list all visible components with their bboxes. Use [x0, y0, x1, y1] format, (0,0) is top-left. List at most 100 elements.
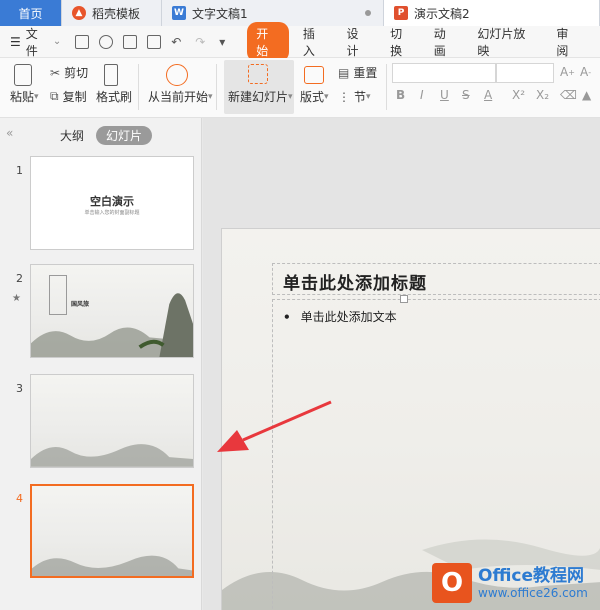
file-menu-label: 文件 [25, 26, 38, 58]
tab-bar: 首页 ▲ 稻壳模板 W 文字文稿1 P 演示文稿2 [0, 0, 600, 26]
thumb-subtitle: 单击输入您的封面副标题 [84, 210, 140, 216]
tab-slides[interactable]: 幻灯片 [96, 126, 153, 145]
reset-button[interactable]: ▤ 重置 [338, 64, 377, 81]
clear-format-icon[interactable]: ⌫ [560, 88, 577, 102]
print-icon[interactable] [123, 34, 138, 49]
tab-docer-label: 稻壳模板 [92, 6, 141, 21]
font-size-select[interactable] [496, 63, 554, 83]
font-color-button[interactable]: A [484, 88, 492, 102]
tab-word-label: 文字文稿1 [192, 6, 248, 21]
slide-thumbnail-4[interactable] [30, 484, 194, 578]
slide-number: 2 [16, 272, 23, 285]
paste-icon[interactable] [14, 64, 32, 86]
strikethrough-button[interactable]: S [462, 88, 470, 102]
redo-icon[interactable]: ↷ [195, 35, 209, 49]
shrink-font-icon[interactable]: A- [580, 65, 591, 79]
superscript-button[interactable]: X² [512, 88, 525, 102]
menu-transition[interactable]: 切换 [390, 25, 414, 59]
panel-view-tabs: 大纲 幻灯片 [60, 126, 153, 145]
docer-icon: ▲ [72, 6, 86, 20]
menu-insert[interactable]: 插入 [303, 25, 327, 59]
slide-thumbnail-1[interactable]: 空白演示 单击输入您的封面副标题 [30, 156, 194, 250]
tab-docer-templates[interactable]: ▲ 稻壳模板 [62, 0, 162, 26]
section-button[interactable]: ⋮ 节 ▾ [338, 88, 371, 105]
ribbon: 粘贴 ▾ ✂ 剪切 ⧉ 复制 格式刷 从当前开始 ▾ 新建幻灯片 ▾ 版式 ▾ ▤ 重置 ⋮ 节… [0, 58, 600, 118]
slide-thumbnail-2[interactable]: 国风旅 [30, 264, 194, 358]
chevron-down-icon: ▾ [366, 91, 371, 102]
tab-presentation[interactable]: P 演示文稿2 [384, 0, 600, 26]
menu-slideshow[interactable]: 幻灯片放映 [477, 25, 536, 59]
hamburger-icon: ☰ [10, 34, 21, 49]
chevron-down-icon: ▾ [208, 91, 213, 102]
chevron-down-icon: ⌄ [52, 36, 62, 47]
quick-access-toolbar: ↶ ↷ ▾ [75, 34, 233, 49]
word-doc-icon: W [172, 6, 186, 20]
save-icon[interactable] [75, 34, 90, 49]
mountain-art [31, 444, 193, 467]
thumb-title: 空白演示 [90, 195, 134, 208]
watermark-logo: O Office教程网 www.office26.com [432, 560, 600, 606]
new-slide-button[interactable]: 新建幻灯片 ▾ [228, 88, 293, 105]
file-menu[interactable]: ☰ 文件 ⌄ [10, 25, 61, 59]
office-logo-icon: O [432, 563, 472, 603]
export-icon[interactable] [99, 34, 114, 49]
new-slide-icon[interactable] [248, 64, 268, 84]
chevron-down-icon: ▾ [324, 91, 329, 102]
customize-icon[interactable]: ▾ [219, 35, 233, 49]
from-current-button[interactable]: 从当前开始 ▾ [148, 88, 213, 105]
slide-number: 1 [16, 164, 23, 177]
ribbon-divider [138, 64, 139, 110]
section-icon: ⋮ [338, 89, 350, 104]
font-name-select[interactable] [392, 63, 496, 83]
bold-button[interactable]: B [396, 88, 405, 102]
chevron-down-icon: ▾ [288, 91, 293, 102]
collapse-panel-button[interactable]: « [6, 126, 13, 140]
undo-icon[interactable]: ↶ [171, 35, 185, 49]
reset-icon: ▤ [338, 65, 350, 80]
format-painter-button[interactable]: 格式刷 [96, 88, 132, 105]
slide-thumbnail-3[interactable] [30, 374, 194, 468]
cut-button[interactable]: ✂ 剪切 [50, 64, 88, 81]
layout-icon[interactable] [304, 66, 324, 84]
copy-label: 复制 [62, 90, 87, 104]
slide-editor: 单击此处添加标题 • 单击此处添加文本 [203, 118, 600, 610]
slide-number: 3 [16, 382, 23, 395]
paste-label: 粘贴 [10, 90, 35, 104]
play-icon[interactable] [166, 64, 188, 86]
format-painter-label: 格式刷 [96, 90, 133, 104]
watermark-url: www.office26.com [478, 586, 588, 600]
unsaved-dot-icon [365, 10, 371, 16]
underline-button[interactable]: U [440, 88, 449, 102]
copy-button[interactable]: ⧉ 复制 [50, 88, 87, 105]
menu-design[interactable]: 设计 [347, 25, 371, 59]
menu-start[interactable]: 开始 [247, 21, 289, 62]
tab-home-label: 首页 [18, 6, 43, 21]
paste-button[interactable]: 粘贴 ▾ [10, 88, 39, 105]
italic-button[interactable]: I [420, 88, 424, 102]
menu-bar: ☰ 文件 ⌄ ↶ ↷ ▾ 开始 插入 设计 切换 动画 幻灯片放映 审阅 [0, 21, 600, 62]
menu-review[interactable]: 审阅 [556, 25, 580, 59]
print-preview-icon[interactable] [147, 34, 162, 49]
copy-icon: ⧉ [50, 89, 59, 103]
scissors-icon: ✂ [50, 65, 61, 80]
cut-label: 剪切 [64, 66, 89, 80]
slide-panel: « 大纲 幻灯片 1 空白演示 单击输入您的封面副标题 2 ★ 国风旅 3 4 [0, 118, 202, 610]
animation-star-icon: ★ [12, 293, 21, 304]
menu-animation[interactable]: 动画 [434, 25, 458, 59]
grow-font-icon[interactable]: A + [560, 65, 575, 79]
format-painter-icon[interactable] [104, 64, 118, 86]
red-arrow-annotation [217, 400, 332, 452]
from-current-label: 从当前开始 [148, 90, 209, 104]
chevron-down-icon: ▾ [34, 91, 39, 102]
subscript-button[interactable]: X₂ [536, 88, 549, 102]
layout-button[interactable]: 版式 ▾ [300, 88, 329, 105]
tab-outline[interactable]: 大纲 [60, 127, 84, 144]
slide-number: 4 [16, 492, 23, 505]
highlight-icon[interactable]: ▲ [582, 88, 591, 102]
ribbon-divider [216, 64, 217, 110]
thumb-seal-frame [49, 275, 67, 315]
ribbon-divider [386, 64, 387, 110]
section-label: 节 [354, 90, 367, 104]
new-slide-label: 新建幻灯片 [228, 90, 289, 104]
tab-home[interactable]: 首页 [0, 0, 62, 26]
